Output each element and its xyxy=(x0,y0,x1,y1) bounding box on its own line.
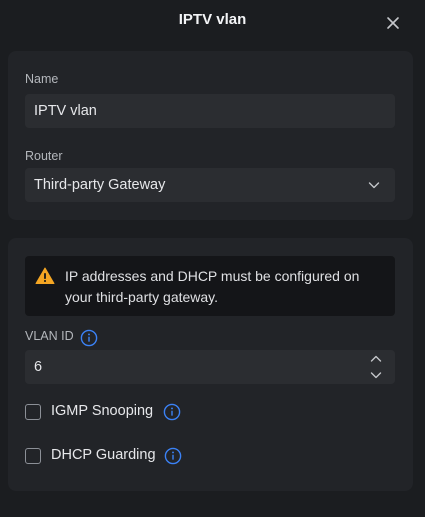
router-label: Router xyxy=(25,149,63,163)
vlan-id-value: 6 xyxy=(34,359,43,375)
chevron-down-icon[interactable] xyxy=(370,370,382,380)
vlan-id-label: VLAN ID xyxy=(25,329,74,343)
info-icon[interactable] xyxy=(80,329,98,347)
igmp-snooping-label[interactable]: IGMP Snooping xyxy=(51,403,153,419)
chevron-up-icon[interactable] xyxy=(370,354,382,364)
igmp-snooping-checkbox[interactable] xyxy=(25,404,41,420)
dialog-title: IPTV vlan xyxy=(178,11,247,28)
router-select-value: Third-party Gateway xyxy=(34,177,166,193)
router-select[interactable]: Third-party Gateway xyxy=(25,168,395,202)
vlan-id-input[interactable]: 6 xyxy=(25,350,395,384)
warning-icon xyxy=(35,267,55,284)
info-icon[interactable] xyxy=(163,403,181,421)
close-button[interactable] xyxy=(383,13,403,33)
dhcp-guarding-checkbox[interactable] xyxy=(25,448,41,464)
close-icon xyxy=(387,17,399,29)
dialog-header: IPTV vlan xyxy=(0,0,425,40)
dhcp-guarding-label[interactable]: DHCP Guarding xyxy=(51,447,156,463)
chevron-down-icon xyxy=(368,182,380,189)
name-label: Name xyxy=(25,72,59,86)
warning-banner: IP addresses and DHCP must be configured… xyxy=(25,256,395,316)
info-icon[interactable] xyxy=(164,447,182,465)
warning-text: IP addresses and DHCP must be configured… xyxy=(65,268,360,305)
name-input[interactable]: IPTV vlan xyxy=(25,94,395,128)
